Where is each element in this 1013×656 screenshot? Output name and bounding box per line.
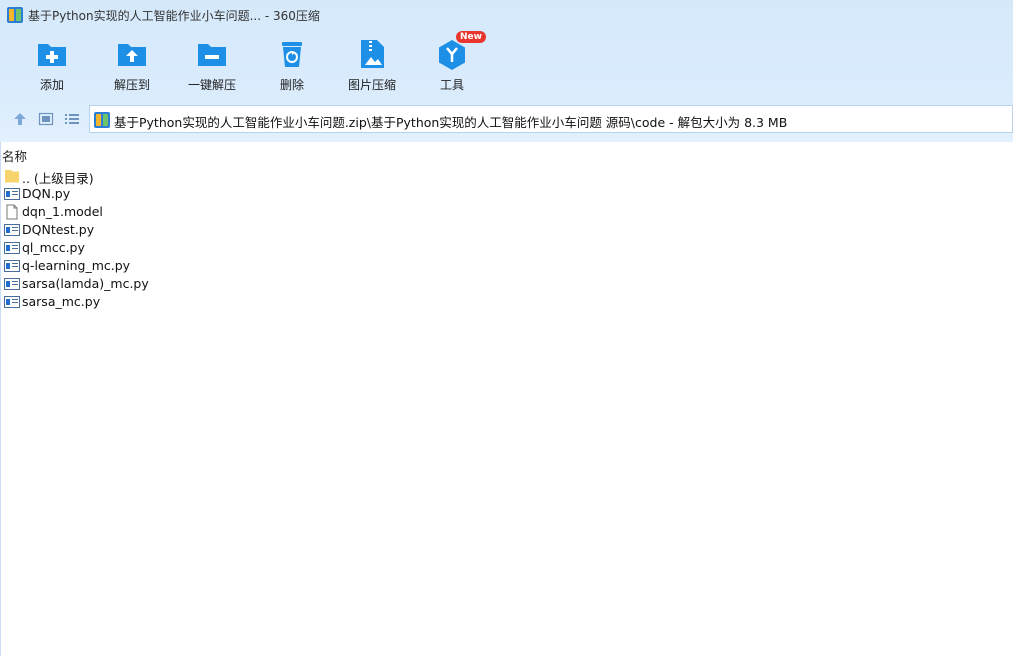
tools-button-label: 工具 [439,78,464,92]
file-name: sarsa_mc.py [22,294,101,309]
add-button[interactable]: 添加 [12,34,92,96]
extract-to-icon [118,44,146,66]
folder-icon [5,170,19,183]
toolbar: 添加 解压到 一键解压 删除 图片压缩 New 工具 [0,31,1013,98]
recycle-bin-icon [282,42,302,67]
file-name: ql_mcc.py [22,240,85,255]
one-click-extract-button-label: 一键解压 [187,78,236,92]
file-name: DQN.py [22,186,71,201]
zip-archive-icon [94,112,110,128]
file-name: sarsa(lamda)_mc.py [22,276,149,291]
navigation-bar: 基于Python实现的人工智能作业小车问题.zip\基于Python实现的人工智… [0,104,1013,134]
delete-button[interactable]: 删除 [252,34,332,96]
column-header-name[interactable]: 名称 [2,146,27,165]
new-badge: New [456,31,486,43]
file-name: q-learning_mc.py [22,258,131,273]
python-file-icon [4,242,20,254]
python-file-icon [4,260,20,272]
title-bar: 基于Python实现的人工智能作业小车问题... - 360压缩 [0,0,1013,30]
one-click-extract-button[interactable]: 一键解压 [172,34,252,96]
generic-file-icon [6,204,18,220]
one-click-extract-icon [198,44,226,66]
extract-to-button[interactable]: 解压到 [92,34,172,96]
image-compress-button-label: 图片压缩 [347,78,396,92]
list-view-icon[interactable] [64,111,80,127]
window-title: 基于Python实现的人工智能作业小车问题... - 360压缩 [28,9,320,23]
python-file-icon [4,278,20,290]
address-path: 基于Python实现的人工智能作业小车问题.zip\基于Python实现的人工智… [114,115,788,130]
tools-button[interactable]: New 工具 [412,31,492,96]
file-name: dqn_1.model [22,204,103,219]
image-compress-button[interactable]: 图片压缩 [332,34,412,96]
add-icon [38,44,66,66]
thumbnail-view-icon[interactable] [38,111,54,127]
add-button-label: 添加 [39,78,64,92]
app-logo-icon [7,7,23,23]
python-file-icon [4,224,20,236]
extract-to-button-label: 解压到 [113,78,150,92]
delete-button-label: 删除 [279,78,304,92]
image-compress-icon [361,40,384,68]
file-name: DQNtest.py [22,222,95,237]
window-chrome: 基于Python实现的人工智能作业小车问题... - 360压缩 添加 解压到 … [0,0,1013,142]
up-arrow-icon[interactable] [12,111,28,127]
address-bar[interactable]: 基于Python实现的人工智能作业小车问题.zip\基于Python实现的人工智… [89,105,1013,133]
python-file-icon [4,188,20,200]
file-list: 名称 .. (上级目录) DQN.py dqn_1.model DQNtest.… [0,142,1013,656]
file-name: .. (上级目录) [22,171,94,186]
python-file-icon [4,296,20,308]
